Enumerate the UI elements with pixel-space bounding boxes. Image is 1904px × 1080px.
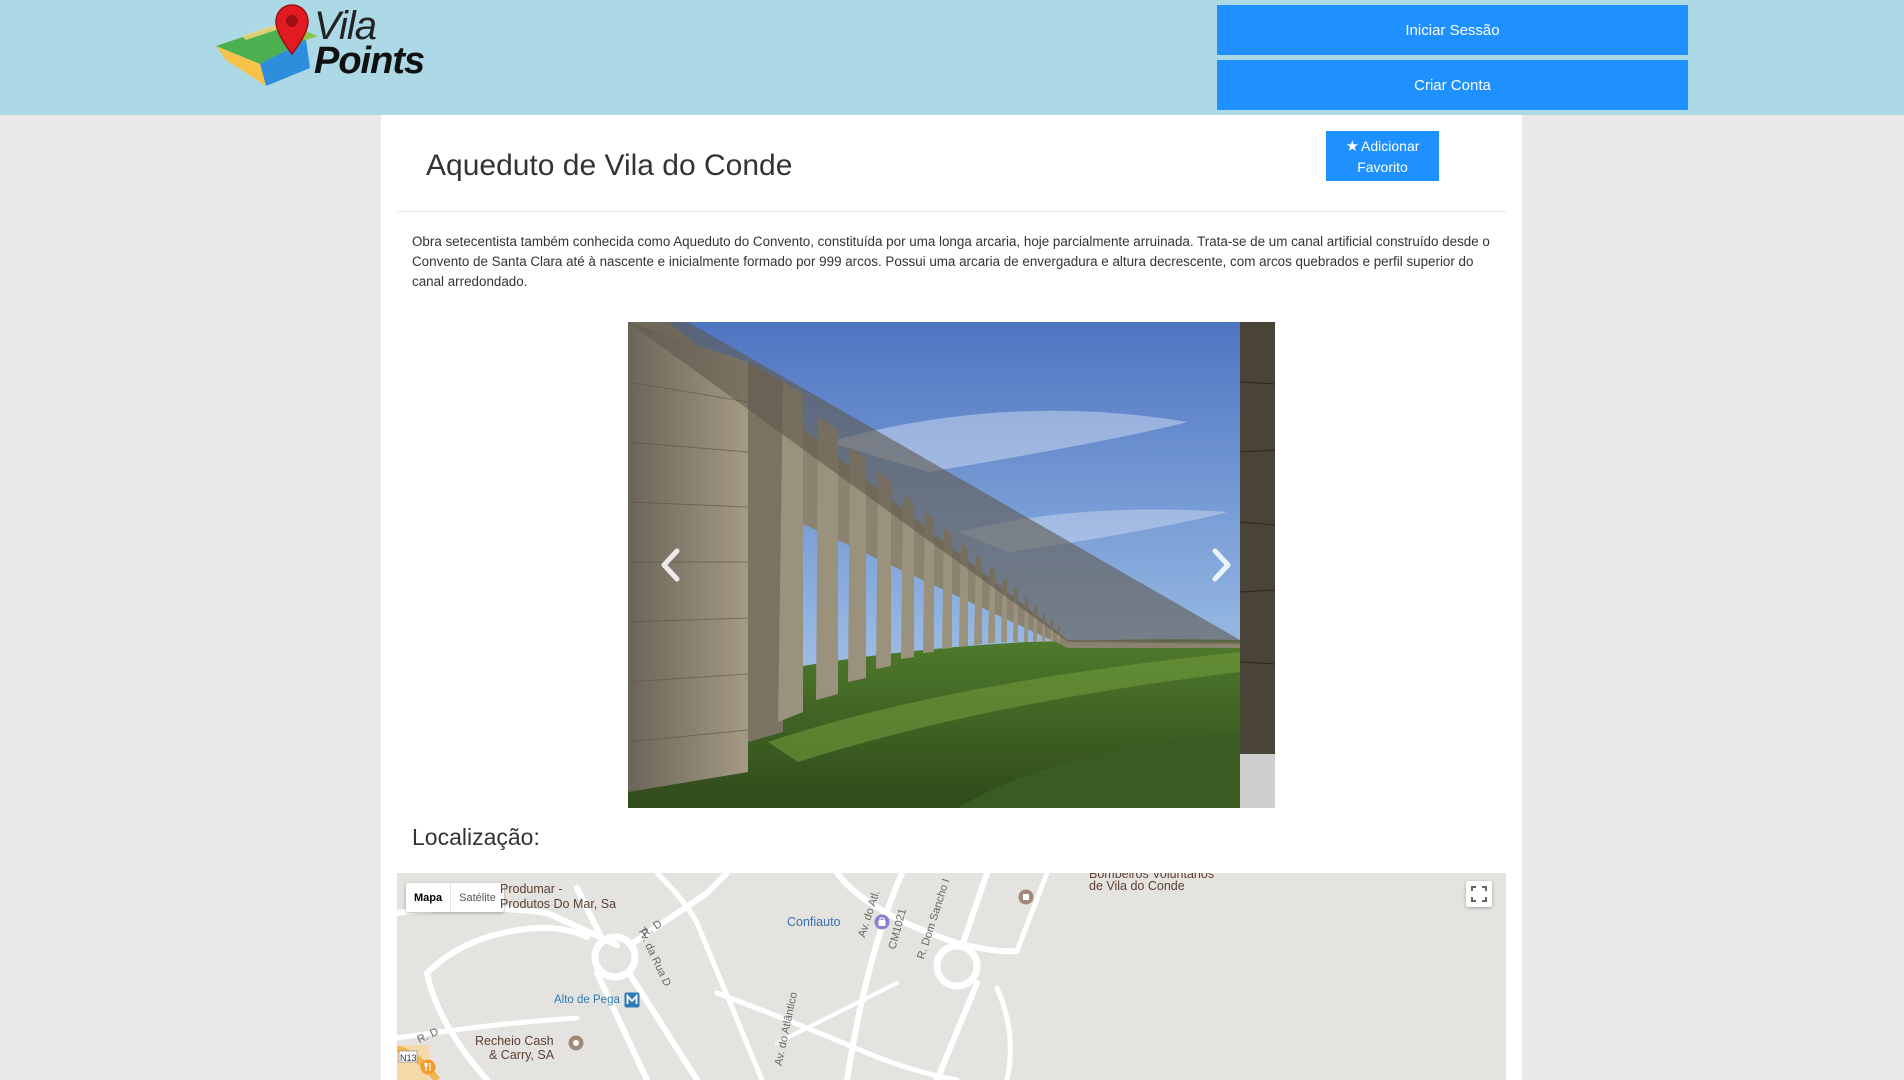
carousel-prev-button[interactable] xyxy=(650,540,690,590)
signup-button[interactable]: Criar Conta xyxy=(1217,60,1688,110)
map-road-shield-n13: N13 xyxy=(400,1053,417,1063)
restaurant-icon[interactable] xyxy=(420,1059,436,1075)
map-type-satellite-button[interactable]: Satélite xyxy=(450,883,504,912)
map-fullscreen-button[interactable] xyxy=(1466,881,1492,907)
attraction-description: Obra setecentista também conhecida como … xyxy=(412,234,1490,289)
title-divider xyxy=(397,211,1506,212)
fire-station-icon[interactable] xyxy=(1018,889,1034,905)
shopping-icon[interactable] xyxy=(874,914,890,930)
map-label-confiauto[interactable]: Confiauto xyxy=(787,915,841,929)
photo-carousel[interactable] xyxy=(628,322,1275,808)
favorite-label-line1: Adicionar xyxy=(1361,137,1420,154)
chevron-right-icon xyxy=(1212,548,1231,582)
map-label-produmar-2: Produtos Do Mar, Sa xyxy=(500,897,617,911)
logo-word-points: Points xyxy=(314,40,425,82)
login-button[interactable]: Iniciar Sessão xyxy=(1217,5,1688,55)
fullscreen-icon xyxy=(1471,886,1487,902)
attraction-card: Aqueduto de Vila do Conde ★ Adicionar Fav… xyxy=(381,115,1522,1080)
vila-points-logo[interactable]: Vila Points xyxy=(214,2,425,88)
add-favorite-button[interactable]: ★ Adicionar Favorito xyxy=(1326,131,1439,181)
location-map[interactable]: Mapa Satélite Produmar - Produtos Do Mar… xyxy=(397,873,1506,1080)
location-heading: Localização: xyxy=(412,824,540,850)
map-type-toggle: Mapa Satélite xyxy=(406,883,504,912)
map-label-recheio-1: Recheio Cash xyxy=(475,1034,554,1048)
chevron-left-icon xyxy=(661,548,680,582)
page-title: Aqueduto de Vila do Conde xyxy=(426,149,793,182)
aqueduct-photo xyxy=(628,322,1240,808)
map-label-recheio-2: & Carry, SA xyxy=(489,1048,555,1062)
next-photo-preview xyxy=(1240,322,1275,808)
favorite-label: ★ Adicionar Favorito xyxy=(1346,136,1420,177)
map-label-produmar-1: Produmar - xyxy=(500,882,563,896)
top-header: Vila Points Iniciar Sessão Criar Conta xyxy=(0,0,1904,115)
map-pin-icon xyxy=(275,4,309,56)
map-type-map-button[interactable]: Mapa xyxy=(406,883,450,912)
star-icon: ★ xyxy=(1345,137,1360,155)
map-label-alto-de-pega[interactable]: Alto de Pega xyxy=(554,994,620,1006)
favorite-label-line2: Favorito xyxy=(1357,158,1408,175)
map-label-bombeiros-2: de Vila do Conde xyxy=(1089,879,1185,893)
carousel-next-button[interactable] xyxy=(1202,540,1242,590)
metro-icon[interactable] xyxy=(624,992,640,1008)
shopping-icon[interactable] xyxy=(568,1035,584,1051)
